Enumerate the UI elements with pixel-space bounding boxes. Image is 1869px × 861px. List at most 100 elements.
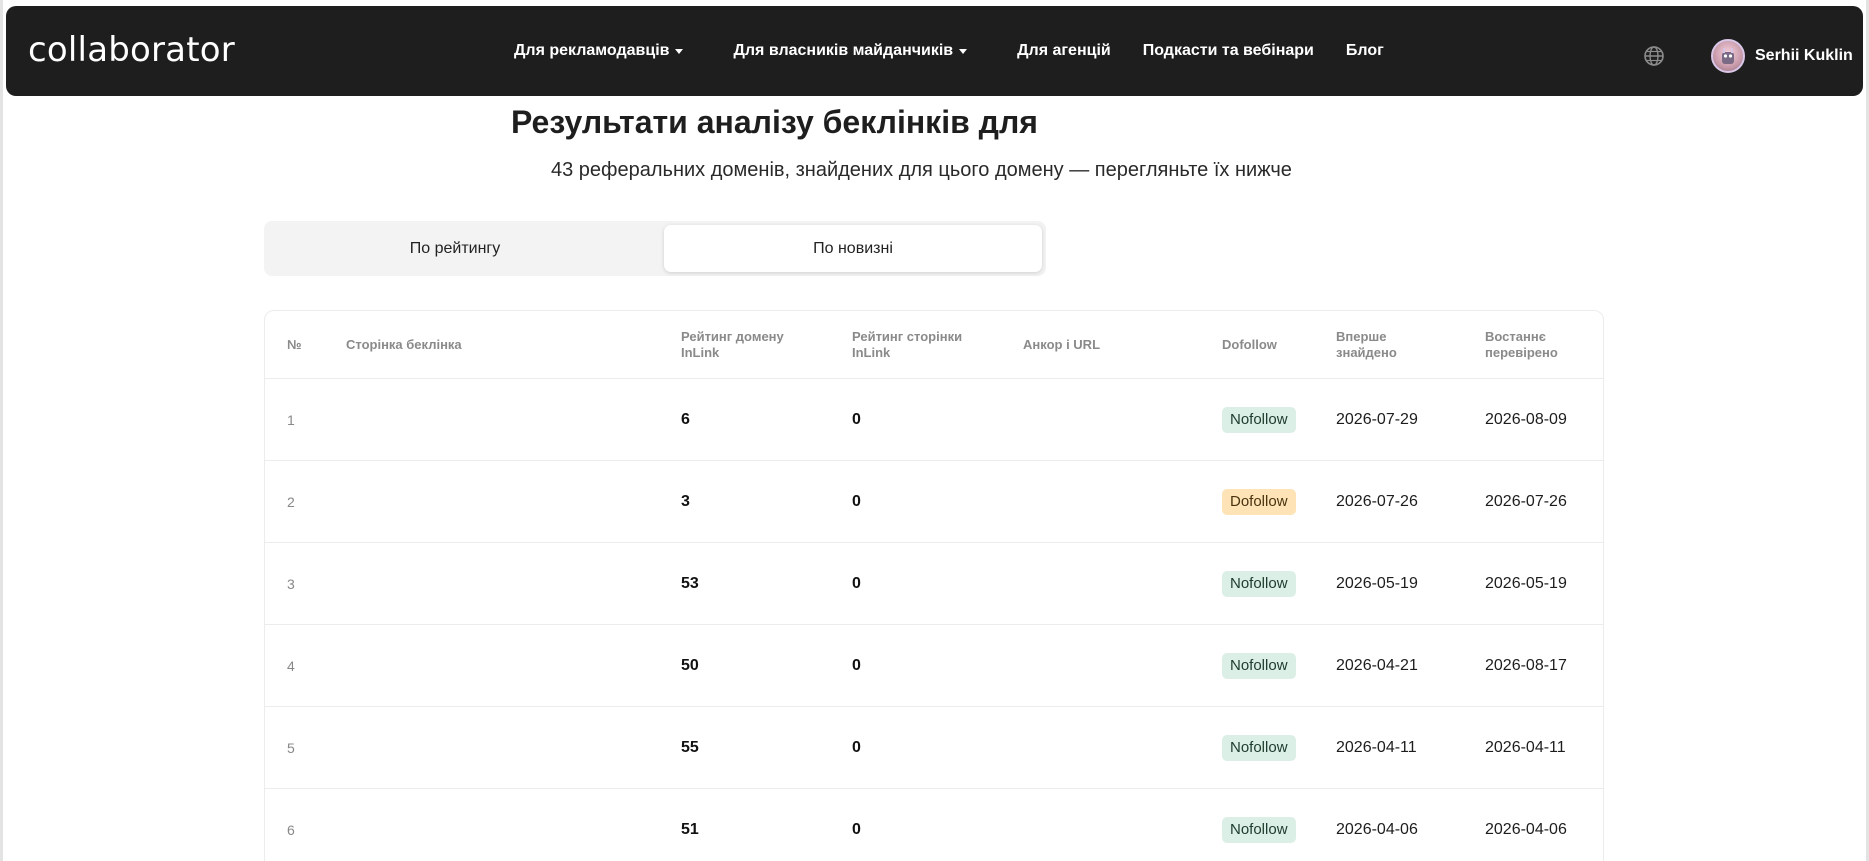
first-found-date: 2026-05-19	[1336, 575, 1418, 592]
last-checked-date: 2026-07-26	[1485, 493, 1567, 510]
page-rating: 0	[852, 739, 861, 756]
backlink-page-cell[interactable]	[346, 379, 666, 461]
collaborator-logo[interactable]: collaborator	[28, 30, 235, 70]
page-subtitle: 43 реферальних доменів, знайдених для ць…	[551, 159, 1292, 181]
anchor-url-cell[interactable]	[1023, 625, 1203, 707]
table-row[interactable]: 5 55 0 Nofollow 2026-04-11 2026-04-11	[265, 707, 1603, 789]
first-found-date: 2026-04-21	[1336, 657, 1418, 674]
page-rating: 0	[852, 411, 861, 428]
nav-item-label: Блог	[1345, 42, 1384, 59]
table-header: № Сторінка беклінка Рейтинг домену InLin…	[265, 311, 1603, 379]
page-rating: 0	[852, 493, 861, 510]
page: collaborator Для рекламодавців Для власн…	[0, 0, 1869, 861]
header-page-rating[interactable]: Рейтинг сторінки InLink	[852, 329, 962, 361]
row-number: 1	[287, 412, 295, 428]
nav-item-publishers[interactable]: Для власників майданчиків	[733, 42, 968, 60]
anchor-url-cell[interactable]	[1023, 379, 1203, 461]
row-number: 3	[287, 576, 295, 592]
anchor-url-cell[interactable]	[1023, 707, 1203, 789]
status-badge: Nofollow	[1222, 735, 1296, 761]
header-dofollow: Dofollow	[1222, 337, 1277, 352]
main-nav: Для рекламодавців Для власників майданчи…	[514, 6, 1384, 96]
page-rating: 0	[852, 657, 861, 674]
header-label: Вперше	[1336, 329, 1387, 344]
status-badge: Dofollow	[1222, 489, 1296, 515]
last-checked-date: 2026-08-17	[1485, 657, 1567, 674]
nav-item-agencies[interactable]: Для агенцій	[1017, 42, 1111, 60]
last-checked-date: 2026-04-06	[1485, 821, 1567, 838]
header-label: Востаннє	[1485, 329, 1546, 344]
anchor-url-cell[interactable]	[1023, 461, 1203, 543]
table-row[interactable]: 4 50 0 Nofollow 2026-04-21 2026-08-17	[265, 625, 1603, 707]
nav-item-label: Для агенцій	[1017, 42, 1111, 59]
chevron-down-icon	[959, 48, 968, 54]
status-badge: Nofollow	[1222, 817, 1296, 843]
avatar-image-icon	[1722, 48, 1734, 64]
first-found-date: 2026-04-11	[1336, 739, 1417, 756]
backlinks-table: № Сторінка беклінка Рейтинг домену InLin…	[264, 310, 1604, 861]
header-label: InLink	[852, 345, 891, 360]
header-label: Рейтинг домену	[681, 329, 784, 344]
row-number: 2	[287, 494, 295, 510]
anchor-url-cell[interactable]	[1023, 543, 1203, 625]
user-menu[interactable]: Serhii Kuklin	[1711, 39, 1853, 73]
backlink-page-cell[interactable]	[346, 707, 666, 789]
domain-rating: 51	[681, 821, 699, 838]
table-row[interactable]: 2 3 0 Dofollow 2026-07-26 2026-07-26	[265, 461, 1603, 543]
last-checked-date: 2026-04-11	[1485, 739, 1566, 756]
anchor-url-cell[interactable]	[1023, 789, 1203, 861]
page-rating: 0	[852, 821, 861, 838]
backlink-page-cell[interactable]	[346, 461, 666, 543]
nav-item-advertisers[interactable]: Для рекламодавців	[514, 42, 684, 60]
header-last-checked[interactable]: Востаннє перевірено	[1485, 329, 1558, 361]
nav-item-label: Подкасти та вебінари	[1142, 42, 1314, 59]
follow-cell: Nofollow	[1222, 625, 1296, 707]
nav-item-blog[interactable]: Блог	[1346, 42, 1384, 60]
tab-by-newness[interactable]: По новизні	[664, 225, 1042, 272]
header-label: знайдено	[1336, 345, 1397, 360]
status-badge: Nofollow	[1222, 407, 1296, 433]
nav-item-label: Для рекламодавців	[514, 42, 670, 59]
header-first-found[interactable]: Вперше знайдено	[1336, 329, 1397, 361]
header-num: №	[287, 337, 302, 352]
nav-item-podcasts[interactable]: Подкасти та вебінари	[1143, 42, 1314, 60]
backlink-page-cell[interactable]	[346, 543, 666, 625]
backlink-page-cell[interactable]	[346, 625, 666, 707]
tab-by-rating[interactable]: По рейтингу	[266, 225, 644, 272]
last-checked-date: 2026-08-09	[1485, 411, 1567, 428]
domain-rating: 3	[681, 493, 690, 510]
header-label: Рейтинг сторінки	[852, 329, 963, 344]
avatar[interactable]	[1711, 39, 1745, 73]
backlink-page-cell[interactable]	[346, 789, 666, 861]
page-title: Результати аналізу беклінків для	[511, 104, 1038, 140]
row-number: 6	[287, 822, 295, 838]
first-found-date: 2026-07-26	[1336, 493, 1418, 510]
table-row[interactable]: 1 6 0 Nofollow 2026-07-29 2026-08-09	[265, 379, 1603, 461]
top-navbar: collaborator Для рекламодавців Для власн…	[6, 6, 1863, 96]
domain-rating: 6	[681, 411, 690, 428]
nav-item-label: Для власників майданчиків	[733, 42, 954, 59]
domain-rating: 55	[681, 739, 699, 756]
header-label: перевірено	[1485, 345, 1558, 360]
header-label: InLink	[681, 345, 720, 360]
chevron-down-icon	[675, 48, 684, 54]
table-row[interactable]: 3 53 0 Nofollow 2026-05-19 2026-05-19	[265, 543, 1603, 625]
follow-cell: Nofollow	[1222, 543, 1296, 625]
first-found-date: 2026-04-06	[1336, 821, 1418, 838]
domain-rating: 53	[681, 575, 699, 592]
follow-cell: Nofollow	[1222, 789, 1296, 861]
follow-cell: Nofollow	[1222, 379, 1296, 461]
last-checked-date: 2026-05-19	[1485, 575, 1567, 592]
follow-cell: Nofollow	[1222, 707, 1296, 789]
status-badge: Nofollow	[1222, 653, 1296, 679]
status-badge: Nofollow	[1222, 571, 1296, 597]
globe-icon[interactable]	[1644, 46, 1664, 66]
user-name[interactable]: Serhii Kuklin	[1755, 47, 1853, 65]
first-found-date: 2026-07-29	[1336, 411, 1418, 428]
row-number: 4	[287, 658, 295, 674]
row-number: 5	[287, 740, 295, 756]
table-row[interactable]: 6 51 0 Nofollow 2026-04-06 2026-04-06	[265, 789, 1603, 861]
header-domain-rating[interactable]: Рейтинг домену InLink	[681, 329, 784, 361]
sort-tabs: По рейтингу По новизні	[264, 221, 1046, 276]
follow-cell: Dofollow	[1222, 461, 1296, 543]
